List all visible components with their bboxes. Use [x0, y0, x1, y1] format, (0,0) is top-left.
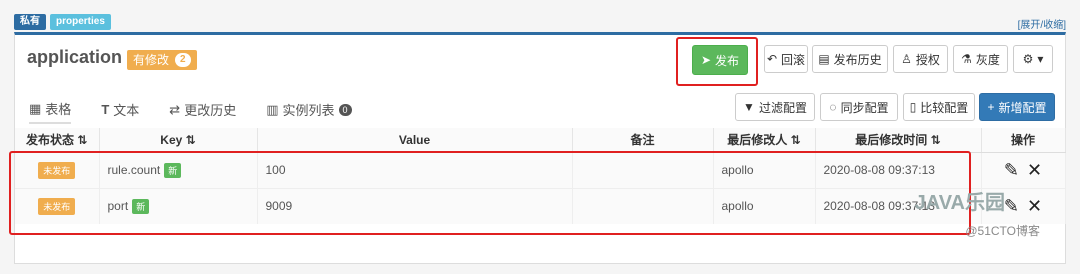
sync-config-button[interactable]: ◌ 同步配置 — [820, 93, 898, 121]
publish-button[interactable]: ➤ 发布 — [692, 45, 748, 75]
rows-highlight-box — [9, 151, 971, 235]
sort-icon: ⇅ — [790, 133, 801, 148]
exchange-icon: ⇄ — [169, 101, 181, 117]
watermark: JAVA乐园 @51CTO博客 — [915, 192, 1040, 239]
table-header-row: 发布状态 ⇅ Key ⇅ Value 备注 最后修改人 ⇅ 最后修改时间 ⇅ 操… — [15, 128, 1066, 153]
table-icon: ▦ — [29, 100, 42, 116]
edit-icon[interactable]: ✎ — [1004, 196, 1019, 217]
plus-icon: + — [987, 100, 995, 114]
settings-dropdown-button[interactable]: ⚙ ▾ — [1013, 45, 1053, 73]
watermark-brand: JAVA乐园 — [914, 192, 1005, 214]
header-comment: 备注 — [572, 128, 714, 153]
modified-count: 2 — [175, 53, 191, 67]
header-modifier[interactable]: 最后修改人 ⇅ — [713, 128, 816, 153]
header-value: Value — [257, 128, 573, 153]
namespace-tags: 私有 properties — [14, 14, 111, 30]
compare-config-button[interactable]: ▯ 比较配置 — [903, 93, 975, 121]
tab-instance-list[interactable]: ▥ 实例列表 0 — [266, 99, 352, 124]
delete-icon[interactable]: ✕ — [1027, 196, 1042, 217]
watermark-source: @51CTO博客 — [965, 224, 1040, 238]
filter-icon: ▼ — [743, 100, 755, 114]
sort-icon: ⇅ — [930, 133, 941, 148]
file-icon: ▯ — [909, 100, 917, 114]
sort-icon: ⇅ — [185, 132, 196, 147]
expand-collapse-link[interactable]: [展开/收缩] — [1018, 16, 1066, 31]
gray-release-button[interactable]: ⚗ 灰度 — [953, 45, 1008, 73]
authorize-button[interactable]: ♙ 授权 — [893, 45, 948, 73]
modified-label: 有修改 — [133, 53, 170, 67]
history-icon: ▤ — [818, 52, 830, 66]
private-tag: 私有 — [14, 14, 46, 30]
tab-text[interactable]: T 文本 — [101, 99, 139, 124]
rollback-button[interactable]: ↶ 回滚 — [764, 45, 808, 73]
format-tag: properties — [50, 14, 111, 30]
instance-count-badge: 0 — [338, 103, 352, 116]
caret-down-icon: ▾ — [1037, 52, 1044, 66]
sort-icon: ⇅ — [77, 133, 88, 148]
delete-icon[interactable]: ✕ — [1027, 160, 1042, 181]
header-modified-time[interactable]: 最后修改时间 ⇅ — [815, 128, 982, 153]
flask-icon: ⚗ — [961, 52, 972, 66]
publish-history-button[interactable]: ▤ 发布历史 — [812, 45, 888, 73]
namespace-panel: application 有修改 2 ➤ 发布 ↶ 回滚 ▤ 发布历史 ♙ 授权 … — [9, 32, 1066, 264]
gear-icon: ⚙ — [1022, 52, 1034, 66]
text-icon: T — [101, 102, 110, 117]
header-actions: 操作 — [981, 128, 1066, 153]
header-key[interactable]: Key ⇅ — [99, 128, 258, 153]
sync-icon: ◌ — [829, 100, 837, 114]
filter-config-button[interactable]: ▼ 过滤配置 — [735, 93, 815, 121]
view-tabs: ▦ 表格 T 文本 ⇄ 更改历史 ▥ 实例列表 0 — [29, 99, 352, 124]
user-icon: ♙ — [901, 52, 912, 66]
modified-badge: 有修改 2 — [127, 50, 197, 70]
edit-icon[interactable]: ✎ — [1004, 160, 1019, 181]
add-config-button[interactable]: + 新增配置 — [979, 93, 1055, 121]
namespace-title: application — [27, 47, 123, 67]
send-icon: ➤ — [700, 53, 712, 67]
undo-icon: ↶ — [766, 52, 778, 66]
tab-change-history[interactable]: ⇄ 更改历史 — [169, 99, 236, 124]
server-icon: ▥ — [266, 101, 279, 117]
header-status[interactable]: 发布状态 ⇅ — [15, 128, 100, 153]
tab-table[interactable]: ▦ 表格 — [29, 99, 72, 124]
